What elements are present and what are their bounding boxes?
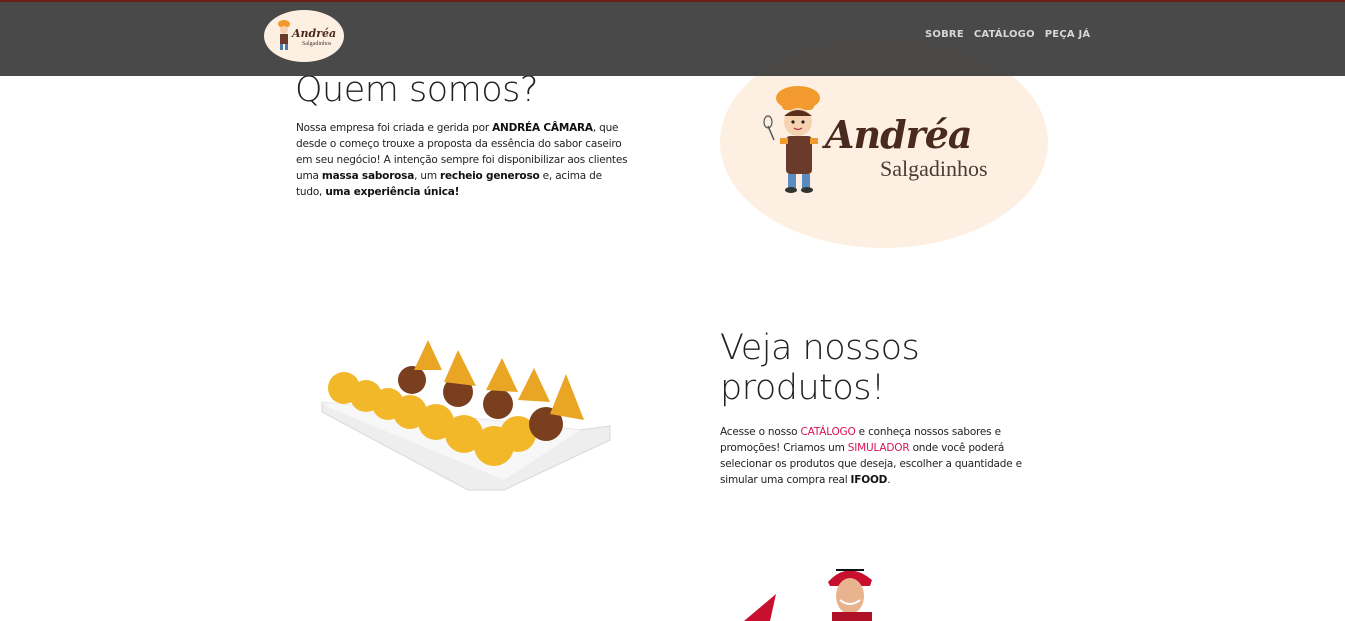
svg-text:Salgadinhos: Salgadinhos: [302, 41, 332, 47]
products-paragraph: Acesse o nosso CATÁLOGO e conheça nossos…: [720, 424, 1045, 488]
about-text-3: , um: [414, 170, 441, 182]
nav-links: SOBRE CATÁLOGO PEÇA JÁ: [925, 29, 1090, 40]
about-bold-owner: ANDRÉA CÂMARA: [492, 122, 593, 134]
navbar: Andréa Salgadinhos SOBRE CATÁLOGO PEÇA J…: [0, 2, 1345, 76]
products-title-line-2: produtos!: [720, 368, 885, 409]
about-paragraph: Nossa empresa foi criada e gerida por AN…: [296, 120, 631, 200]
cropped-heading-glyphs: [295, 617, 475, 621]
nav-link-peca-ja[interactable]: PEÇA JÁ: [1045, 29, 1091, 40]
about-bold-recheio: recheio generoso: [440, 170, 540, 182]
brand-subtitle: Salgadinhos: [880, 156, 988, 181]
products-text-4: .: [887, 474, 891, 486]
nav-logo[interactable]: Andréa Salgadinhos: [264, 10, 344, 62]
nav-link-sobre[interactable]: SOBRE: [925, 29, 964, 40]
catalogo-link[interactable]: CATÁLOGO: [801, 426, 856, 438]
simulador-link[interactable]: SIMULADOR: [848, 442, 910, 454]
salgadinhos-tray-image: [321, 340, 611, 491]
about-text-1: Nossa empresa foi criada e gerida por: [296, 122, 493, 134]
next-section-title-partial: [295, 606, 475, 621]
nav-link-catalogo[interactable]: CATÁLOGO: [974, 29, 1035, 40]
svg-text:Andréa: Andréa: [291, 27, 336, 40]
brand-name: Andréa: [825, 112, 973, 157]
products-title-line-1: Veja nossos: [720, 328, 920, 368]
about-bold-massa: massa saborosa: [321, 170, 415, 182]
delivery-biker-image: [744, 569, 872, 621]
products-title: Veja nossos produtos!: [720, 328, 920, 409]
about-title: Quem somos?: [295, 70, 538, 110]
ifood-bold: IFOOD: [850, 474, 888, 486]
chef-logo-icon: Andréa Salgadinhos: [278, 20, 336, 50]
about-bold-experiencia: uma experiência única!: [325, 186, 460, 198]
products-text-1: Acesse o nosso: [720, 426, 801, 438]
